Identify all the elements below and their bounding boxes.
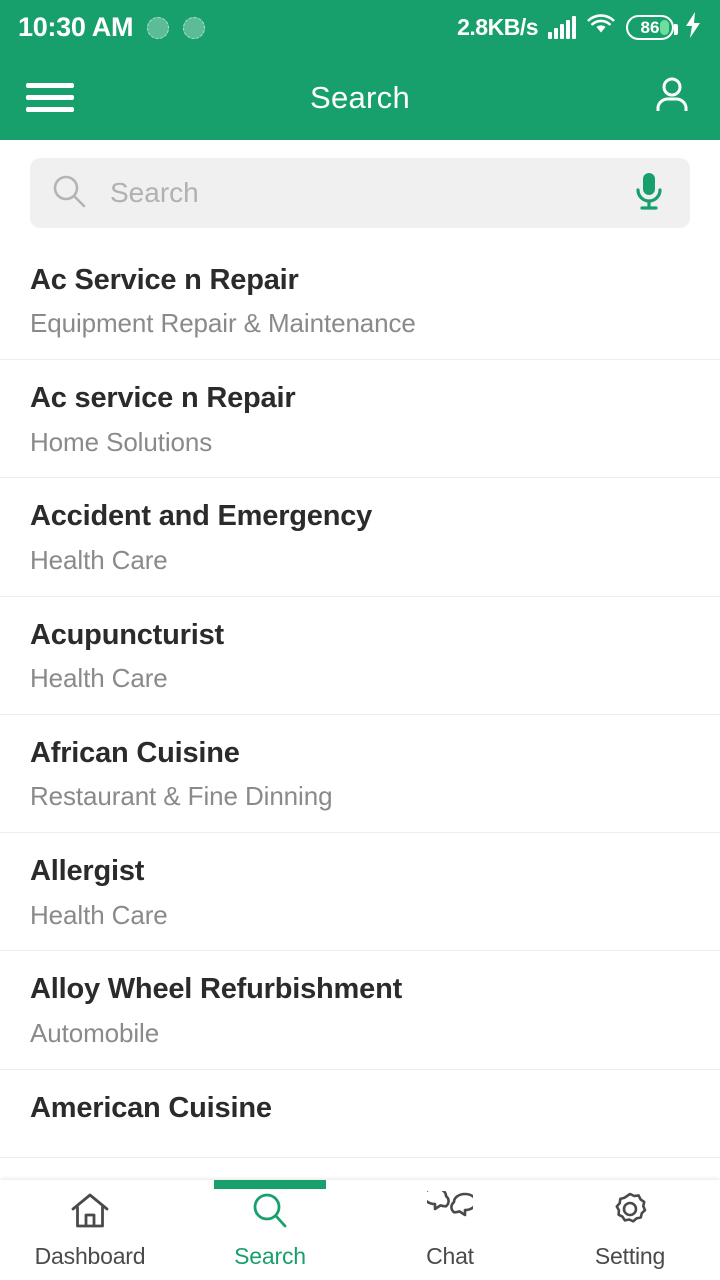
app-bar: Search [0, 55, 720, 140]
result-category: Restaurant & Fine Dinning [30, 781, 333, 812]
chat-bubbles-icon [422, 1186, 478, 1236]
result-title: Accident and Emergency [30, 500, 373, 533]
notification-dot-icon [183, 16, 206, 39]
result-title: Ac service n Repair [30, 382, 296, 415]
person-icon[interactable] [650, 73, 694, 122]
result-category: Home Solutions [30, 426, 213, 457]
page-title: Search [309, 79, 411, 115]
status-bar-left: 10:30 AM [18, 12, 206, 43]
home-icon [69, 1191, 111, 1236]
charging-bolt-icon [684, 12, 702, 43]
result-title: Acupuncturist [30, 618, 224, 651]
result-category: Health Care [30, 663, 168, 694]
notification-dot-icon [147, 16, 170, 39]
search-results-list: Ac Service n Repair Equipment Repair & M… [0, 242, 720, 1158]
nav-label: Search [234, 1242, 306, 1269]
result-title: Allergist [30, 855, 145, 888]
list-item[interactable]: Allergist Health Care [0, 833, 720, 952]
nav-label: Chat [426, 1242, 474, 1269]
result-title: American Cuisine [30, 1091, 272, 1124]
battery-icon: 86 [626, 15, 678, 40]
nav-label: Dashboard [34, 1242, 146, 1269]
magnifier-icon [50, 172, 88, 215]
nav-item-dashboard[interactable]: Dashboard [0, 1180, 180, 1280]
result-category: Health Care [30, 544, 168, 575]
status-clock: 10:30 AM [18, 12, 134, 42]
bottom-navigation: Dashboard Search Chat Setting [0, 1180, 720, 1280]
search-box[interactable] [30, 158, 690, 228]
app-screen: 10:30 AM 2.8KB/s 86 Search Search Ac Ser… [0, 0, 720, 1280]
status-bar-right: 2.8KB/s 86 [457, 12, 702, 43]
list-item[interactable]: American Cuisine [0, 1070, 720, 1158]
result-title: African Cuisine [30, 736, 240, 769]
nav-item-search[interactable]: Search [180, 1180, 360, 1280]
microphone-icon[interactable] [628, 171, 670, 216]
status-bar: 10:30 AM 2.8KB/s 86 [0, 0, 720, 55]
battery-level-label: 86 [640, 18, 660, 37]
hamburger-menu-icon[interactable] [26, 76, 74, 119]
battery-fill [660, 20, 669, 35]
list-item[interactable]: Accident and Emergency Health Care [0, 478, 720, 597]
list-item[interactable]: Alloy Wheel Refurbishment Automobile [0, 951, 720, 1070]
result-category: Health Care [30, 899, 168, 930]
result-title: Ac Service n Repair [30, 264, 299, 296]
wifi-icon [586, 13, 616, 42]
signal-bars-icon [548, 15, 576, 39]
network-speed-label: 2.8KB/s [457, 14, 538, 40]
list-item[interactable]: African Cuisine Restaurant & Fine Dinnin… [0, 715, 720, 834]
search-input[interactable] [110, 177, 628, 209]
list-item[interactable]: Acupuncturist Health Care [0, 597, 720, 715]
nav-item-chat[interactable]: Chat [360, 1180, 540, 1280]
nav-item-setting[interactable]: Setting [540, 1180, 720, 1280]
nav-label: Setting [594, 1242, 666, 1269]
search-bar-container [0, 140, 720, 242]
gear-icon [609, 1191, 651, 1236]
result-category: Equipment Repair & Maintenance [30, 308, 416, 339]
result-title: Alloy Wheel Refurbishment [30, 973, 403, 1006]
magnifier-icon [249, 1191, 291, 1236]
result-category: Automobile [30, 1017, 160, 1048]
list-item[interactable]: Ac Service n Repair Equipment Repair & M… [0, 242, 720, 361]
list-item[interactable]: Ac service n Repair Home Solutions [0, 360, 720, 479]
